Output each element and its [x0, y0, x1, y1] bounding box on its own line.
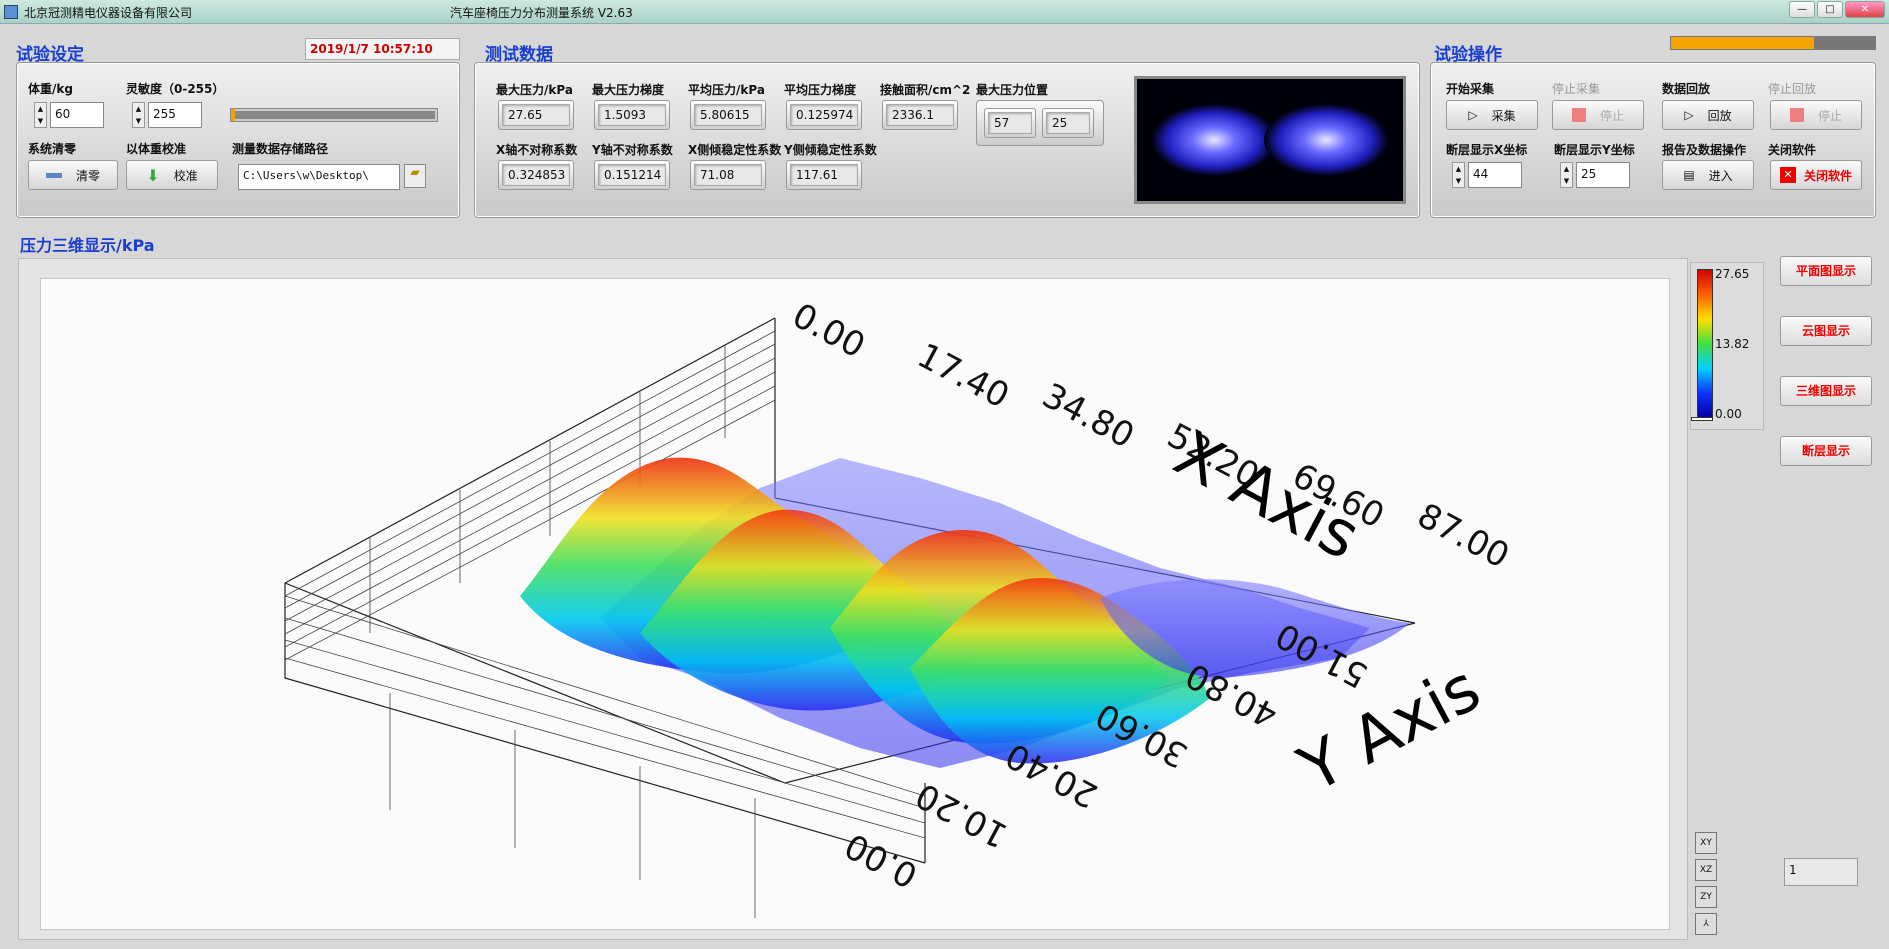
colorbar-min: 0.00 — [1715, 407, 1742, 421]
play-icon: ▷ — [1684, 108, 1694, 122]
y-roll-value: 117.61 — [786, 160, 862, 190]
stop-button-label: 停止 — [1599, 108, 1624, 123]
acquisition-progress — [1670, 36, 1876, 50]
max-position-y: 25 — [1042, 108, 1094, 138]
minimize-button[interactable]: — — [1789, 1, 1815, 18]
replay-button[interactable]: ▷ 回放 — [1662, 100, 1754, 130]
axes-3d-icon[interactable]: ⅄ — [1695, 913, 1717, 935]
y-asym-label: Y轴不对称系数 — [592, 143, 673, 157]
pressure-3d-plot[interactable]: 0.0017.40 34.80 52.20 69.60 87.00 0.0010.202… — [40, 278, 1670, 930]
play-icon: ▷ — [1468, 108, 1478, 122]
report-button-label: 进入 — [1708, 168, 1733, 183]
colorbar-mid: 13.82 — [1715, 337, 1750, 351]
colorbar: 27.65 13.82 0.00 — [1690, 262, 1764, 430]
close-icon: ✕ — [1779, 167, 1796, 183]
pressure-heatmap-preview — [1134, 76, 1406, 204]
x-roll-label: X侧倾稳定性系数 — [688, 143, 782, 157]
stop-button[interactable]: 停止 — [1552, 100, 1644, 130]
stop-replay-button-label: 停止 — [1817, 108, 1842, 123]
maximize-button[interactable]: □ — [1817, 1, 1843, 18]
path-input[interactable]: C:\Users\w\Desktop\ — [238, 164, 400, 190]
calib-button[interactable]: ⬇ 校准 — [126, 160, 218, 190]
calib-button-label: 校准 — [173, 168, 198, 183]
cloud-view-button[interactable]: 云图显示 — [1780, 316, 1872, 346]
stop-replay-button[interactable]: 停止 — [1770, 100, 1862, 130]
close-app-label: 关闭软件 — [1768, 143, 1817, 157]
colorbar-min-marker — [1691, 417, 1713, 421]
plan-view-button[interactable]: 平面图显示 — [1780, 256, 1872, 286]
avg-gradient-value: 0.125974 — [786, 100, 862, 130]
max-gradient-value: 1.5093 — [594, 100, 670, 130]
rotate-yz-icon[interactable]: ZY — [1695, 886, 1717, 908]
close-window-button[interactable]: ✕ — [1845, 1, 1885, 18]
path-label: 测量数据存储路径 — [232, 142, 329, 156]
sensitivity-label: 灵敏度（0-255） — [126, 82, 225, 96]
folder-icon[interactable]: ▰ — [404, 164, 426, 188]
avg-gradient-label: 平均压力梯度 — [784, 83, 857, 97]
replay-label: 数据回放 — [1662, 82, 1711, 96]
zero-button[interactable]: 清零 — [28, 160, 118, 190]
report-button[interactable]: ▤ 进入 — [1662, 160, 1754, 190]
start-label: 开始采集 — [1446, 82, 1495, 96]
slice-x-spinner[interactable]: ▲ ▼ — [1452, 162, 1465, 188]
frame-counter: 1 — [1784, 858, 1858, 886]
zero-label: 系统清零 — [28, 142, 77, 156]
max-position-label: 最大压力位置 — [976, 83, 1049, 97]
rotate-xz-icon[interactable]: XZ — [1695, 859, 1717, 881]
max-gradient-label: 最大压力梯度 — [592, 83, 665, 97]
avg-pressure-label: 平均压力/kPa — [688, 83, 765, 97]
company-name: 北京冠测精电仪器设备有限公司 — [24, 6, 193, 20]
slice-view-button[interactable]: 断层显示 — [1780, 436, 1872, 466]
close-app-button-label: 关闭软件 — [1803, 168, 1852, 183]
x-roll-value: 71.08 — [690, 160, 766, 190]
avg-pressure-value: 5.80615 — [690, 100, 766, 130]
download-icon: ⬇ — [146, 165, 160, 185]
minus-icon — [45, 172, 62, 178]
weight-spinner[interactable]: ▲ ▼ — [34, 102, 47, 128]
close-app-button[interactable]: ✕ 关闭软件 — [1770, 160, 1862, 190]
window-title: 汽车座椅压力分布测量系统 V2.63 — [450, 6, 633, 20]
sensitivity-bar — [230, 108, 438, 122]
slice-y-label: 断层显示Y坐标 — [1554, 143, 1635, 157]
sensitivity-spinner[interactable]: ▲ ▼ — [132, 102, 145, 128]
3d-view-button[interactable]: 三维图显示 — [1780, 376, 1872, 406]
sensitivity-input[interactable]: 255 — [148, 102, 202, 128]
colorbar-max: 27.65 — [1715, 267, 1750, 281]
plot-title: 压力三维显示/kPa — [20, 236, 155, 255]
printer-icon: ▤ — [1683, 168, 1695, 182]
y-roll-label: Y侧倾稳定性系数 — [784, 143, 877, 157]
rotate-xy-icon[interactable]: XY — [1695, 832, 1717, 854]
zero-button-label: 清零 — [75, 168, 100, 183]
start-button[interactable]: ▷ 采集 — [1446, 100, 1538, 130]
contact-area-value: 2336.1 — [882, 100, 958, 130]
report-label: 报告及数据操作 — [1662, 143, 1747, 157]
slice-y-input[interactable]: 25 — [1576, 162, 1630, 188]
max-pressure-value: 27.65 — [498, 100, 574, 130]
y-asym-value: 0.151214 — [594, 160, 670, 190]
start-button-label: 采集 — [1491, 108, 1516, 123]
stop-icon — [1571, 108, 1586, 122]
colorbar-gradient — [1697, 269, 1713, 419]
max-pressure-label: 最大压力/kPa — [496, 83, 573, 97]
weight-input[interactable]: 60 — [50, 102, 104, 128]
app-icon — [4, 5, 18, 19]
stop-icon — [1789, 108, 1804, 122]
title-bar: 北京冠测精电仪器设备有限公司 汽车座椅压力分布测量系统 V2.63 — □ ✕ — [0, 0, 1889, 24]
slice-y-spinner[interactable]: ▲ ▼ — [1560, 162, 1573, 188]
contact-area-label: 接触面积/cm^2 — [880, 83, 971, 97]
x-asym-value: 0.324853 — [498, 160, 574, 190]
x-asym-label: X轴不对称系数 — [496, 143, 578, 157]
max-position-x: 57 — [984, 108, 1036, 138]
stop-replay-label: 停止回放 — [1768, 82, 1817, 96]
replay-button-label: 回放 — [1707, 108, 1732, 123]
slice-x-input[interactable]: 44 — [1468, 162, 1522, 188]
stop-label: 停止采集 — [1552, 82, 1601, 96]
slice-x-label: 断层显示X坐标 — [1446, 143, 1528, 157]
weight-label: 体重/kg — [28, 82, 73, 96]
calib-label: 以体重校准 — [126, 142, 187, 156]
datetime-display: 2019/1/7 10:57:10 — [305, 38, 460, 60]
